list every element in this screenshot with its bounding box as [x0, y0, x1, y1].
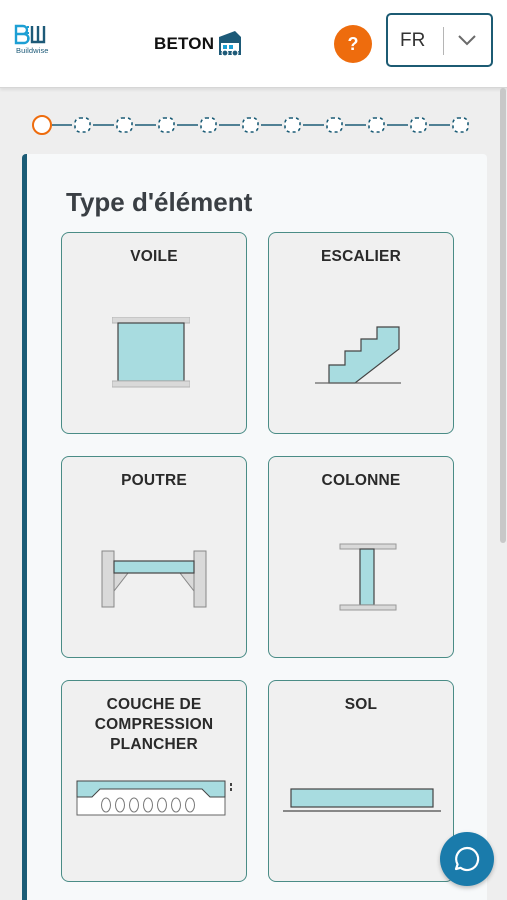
element-option-wall[interactable]: VOILE — [61, 232, 247, 434]
progress-step — [368, 117, 385, 133]
staircase-icon — [315, 326, 401, 384]
element-option-label: POUTRE — [121, 472, 187, 489]
progress-step-current[interactable] — [32, 115, 52, 135]
language-select-divider — [443, 27, 444, 55]
progress-step — [284, 117, 301, 133]
element-option-column[interactable]: COLONNE — [268, 456, 454, 658]
element-option-label: ESCALIER — [321, 248, 401, 265]
element-option-label: VOILE — [130, 248, 178, 265]
chevron-down-icon — [458, 35, 476, 46]
progress-step — [452, 117, 469, 133]
wall-icon — [112, 317, 190, 388]
buildwise-logo-mark-icon — [14, 24, 46, 45]
progress-step — [158, 117, 175, 133]
app-title: BETON — [154, 34, 215, 53]
chat-button[interactable] — [440, 832, 494, 886]
element-option-floor-slab[interactable]: SOL — [268, 680, 454, 882]
progress-stepper — [32, 115, 469, 135]
app-header: Buildwise BETON ? FR — [0, 0, 507, 88]
progress-step — [326, 117, 343, 133]
floor-slab-icon — [283, 788, 441, 812]
element-option-label: COLONNE — [321, 472, 401, 489]
progress-step — [410, 117, 427, 133]
element-option-floor-compression-layer[interactable]: COUCHE DE COMPRESSION PLANCHER — [61, 680, 247, 882]
page-scrollbar[interactable] — [500, 88, 506, 543]
help-button[interactable]: ? — [334, 25, 372, 63]
buildwise-wordmark: Buildwise — [16, 46, 49, 55]
element-option-beam[interactable]: POUTRE — [61, 456, 247, 658]
element-option-staircase[interactable]: ESCALIER — [268, 232, 454, 434]
column-icon — [339, 543, 397, 611]
floor-compression-layer-icon — [76, 780, 232, 816]
element-type-card: Type d'élément VOILE ESCALIER POUTRE COL… — [22, 154, 487, 900]
element-option-label: SOL — [344, 696, 378, 713]
beam-icon — [101, 550, 207, 608]
progress-step — [116, 117, 133, 133]
page-title: Type d'élément — [66, 187, 253, 217]
language-selected-value: FR — [400, 30, 426, 51]
chat-bubble-icon — [454, 846, 480, 872]
progress-step — [242, 117, 259, 133]
progress-step — [200, 117, 217, 133]
progress-step — [74, 117, 91, 133]
language-select[interactable]: FR — [386, 13, 493, 67]
buildwise-logo[interactable]: Buildwise — [14, 24, 64, 58]
concrete-mixer-truck-icon — [219, 31, 241, 57]
element-option-label: COUCHE DE COMPRESSION PLANCHER — [94, 696, 214, 753]
